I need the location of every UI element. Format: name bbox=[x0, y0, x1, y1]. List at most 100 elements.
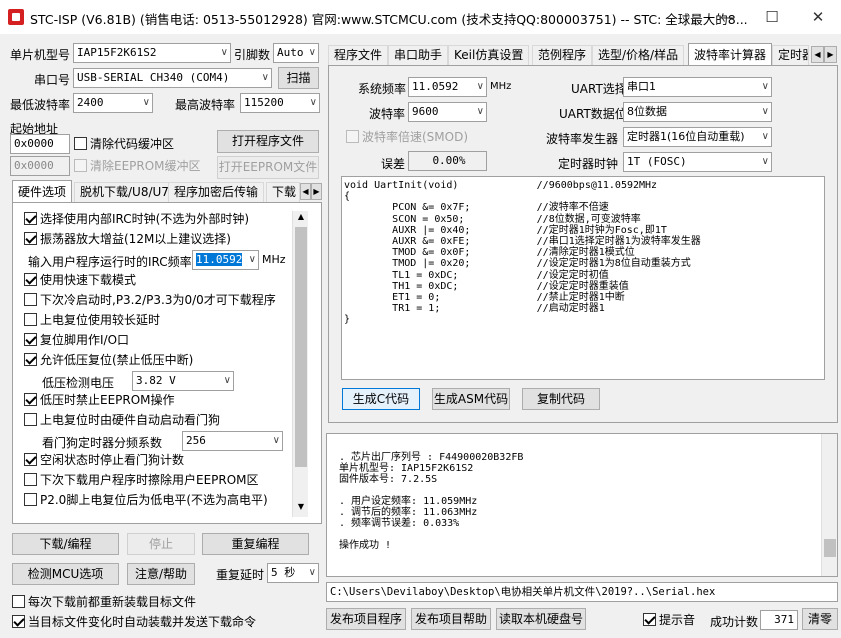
publish-project-button[interactable]: 发布项目程序 bbox=[326, 608, 406, 630]
open-eeprom-file-button[interactable]: 打开EEPROM文件 bbox=[217, 156, 319, 179]
tab-examples[interactable]: 范例程序 bbox=[532, 45, 593, 65]
scroll-down-icon[interactable]: ▼ bbox=[294, 501, 308, 515]
option-low-voltage-eeprom[interactable]: 低压时禁止EEPROM操作 bbox=[24, 391, 175, 409]
tab-offline-download[interactable]: 脱机下载/U8/U7 bbox=[74, 182, 175, 202]
tab-keil-sim[interactable]: Keil仿真设置 bbox=[448, 45, 530, 65]
success-count-label: 成功计数 bbox=[710, 615, 759, 629]
detect-mcu-button[interactable]: 检测MCU选项 bbox=[12, 563, 119, 585]
tab-scroll-left-icon[interactable]: ◀ bbox=[300, 183, 311, 200]
option-low-voltage-reset[interactable]: 允许低压复位(禁止低压中断) bbox=[24, 351, 193, 369]
options-scrollbar[interactable]: ▲ ▼ bbox=[292, 211, 308, 517]
timer-clock-label: 定时器时钟 bbox=[558, 157, 619, 171]
tab-encrypted-transfer[interactable]: 程序加密后传输 bbox=[168, 182, 265, 202]
tip-sound-checkbox[interactable]: 提示音 bbox=[643, 611, 695, 629]
stop-button[interactable]: 停止 bbox=[127, 533, 195, 555]
timer-clock-select[interactable]: 1T (FOSC) ∨ bbox=[623, 152, 772, 172]
uart-data-bits-label: UART数据位 bbox=[559, 107, 627, 121]
help-button[interactable]: 注意/帮助 bbox=[127, 563, 195, 585]
baud-select[interactable]: 9600 ∨ bbox=[408, 102, 487, 122]
auto-send-on-change-checkbox[interactable]: 当目标文件变化时自动装载并发送下载命令 bbox=[12, 613, 256, 631]
copy-code-button[interactable]: 复制代码 bbox=[522, 388, 600, 410]
chevron-down-icon: ∨ bbox=[223, 375, 231, 386]
repeat-program-button[interactable]: 重复编程 bbox=[202, 533, 309, 555]
chevron-down-icon: ∨ bbox=[248, 254, 256, 265]
sys-freq-select[interactable]: 11.0592 ∨ bbox=[408, 77, 487, 97]
option-idle-stop-wdt[interactable]: 空闲状态时停止看门狗计数 bbox=[24, 451, 184, 469]
max-baud-select[interactable]: 115200 ∨ bbox=[240, 93, 320, 113]
output-log-box[interactable]: . 芯片出厂序列号 : F44900020B32FB 单片机型号: IAP15F… bbox=[326, 433, 838, 577]
chevron-down-icon: ∨ bbox=[761, 131, 769, 142]
port-label: 串口号 bbox=[34, 73, 71, 87]
max-baud-label: 最高波特率 bbox=[175, 98, 236, 112]
clear-count-button[interactable]: 清零 bbox=[802, 608, 838, 630]
log-scrollbar[interactable] bbox=[821, 434, 837, 576]
mcu-type-select[interactable]: IAP15F2K61S2 ∨ bbox=[73, 43, 231, 63]
chevron-down-icon: ∨ bbox=[309, 97, 317, 108]
clear-code-buffer-checkbox[interactable]: 清除代码缓冲区 bbox=[74, 135, 174, 153]
left-tab-bar: 硬件选项 脱机下载/U8/U7 程序加密后传输 下载 ◀ ▶ bbox=[12, 180, 322, 202]
sys-freq-label: 系统频率 bbox=[358, 82, 407, 96]
close-button[interactable]: ✕ bbox=[795, 0, 841, 34]
tab-scroll-right-icon[interactable]: ▶ bbox=[824, 46, 837, 63]
uart-select[interactable]: 串口1 ∨ bbox=[623, 77, 772, 97]
option-auto-watchdog[interactable]: 上电复位时由硬件自动启动看门狗 bbox=[24, 411, 220, 429]
uart-data-bits-select[interactable]: 8位数据 ∨ bbox=[623, 102, 772, 122]
tab-download[interactable]: 下载 bbox=[266, 182, 300, 202]
baud-double-checkbox[interactable]: 波特率倍速(SMOD) bbox=[346, 128, 468, 146]
open-program-file-button[interactable]: 打开程序文件 bbox=[217, 130, 319, 153]
tab-selection-price[interactable]: 选型/价格/样品 bbox=[592, 45, 685, 65]
repeat-delay-select[interactable]: 5 秒 ∨ bbox=[267, 563, 319, 583]
option-long-reset-delay[interactable]: 上电复位使用较长延时 bbox=[24, 311, 160, 329]
download-program-button[interactable]: 下载/编程 bbox=[12, 533, 119, 555]
title-bar: STC-ISP (V6.81B) (销售电话: 0513-55012928) 官… bbox=[0, 0, 841, 34]
tab-serial-assistant[interactable]: 串口助手 bbox=[388, 45, 449, 65]
option-cold-boot-p32-p33[interactable]: 下次冷启动时,P3.2/P3.3为0/0才可下载程序 bbox=[24, 291, 276, 309]
low-voltage-select[interactable]: 3.82 V ∨ bbox=[132, 371, 234, 391]
code-addr-input[interactable]: 0x0000 bbox=[10, 134, 70, 154]
success-count-value: 371 bbox=[760, 610, 798, 630]
option-reset-pin-io[interactable]: 复位脚用作I/O口 bbox=[24, 331, 129, 349]
baud-generator-label: 波特率发生器 bbox=[546, 132, 619, 146]
maximize-button[interactable]: ☐ bbox=[749, 0, 795, 34]
generate-asm-code-button[interactable]: 生成ASM代码 bbox=[432, 388, 510, 410]
tab-scroll-right-icon[interactable]: ▶ bbox=[311, 183, 322, 200]
minimize-button[interactable]: — bbox=[703, 0, 749, 34]
clear-eeprom-buffer-checkbox[interactable]: 清除EEPROM缓冲区 bbox=[74, 157, 201, 175]
publish-help-button[interactable]: 发布项目帮助 bbox=[411, 608, 491, 630]
tab-hardware-options[interactable]: 硬件选项 bbox=[12, 180, 73, 202]
generate-c-code-button[interactable]: 生成C代码 bbox=[342, 388, 420, 410]
scan-button[interactable]: 扫描 bbox=[278, 67, 319, 89]
log-scroll-thumb[interactable] bbox=[824, 539, 836, 557]
eeprom-addr-input[interactable]: 0x0000 bbox=[10, 156, 70, 176]
tab-scroll-left-icon[interactable]: ◀ bbox=[811, 46, 824, 63]
port-select[interactable]: USB-SERIAL CH340 (COM4) ∨ bbox=[73, 68, 272, 88]
option-erase-eeprom[interactable]: 下次下载用户程序时擦除用户EEPROM区 bbox=[24, 471, 259, 489]
chevron-down-icon: ∨ bbox=[761, 81, 769, 92]
scroll-thumb[interactable] bbox=[295, 227, 307, 467]
scroll-up-icon[interactable]: ▲ bbox=[294, 211, 308, 225]
reload-before-download-checkbox[interactable]: 每次下载前都重新装载目标文件 bbox=[12, 593, 196, 611]
chevron-down-icon: ∨ bbox=[142, 97, 150, 108]
error-label: 误差 bbox=[381, 157, 406, 171]
baud-label: 波特率 bbox=[369, 107, 406, 121]
read-disk-id-button[interactable]: 读取本机硬盘号 bbox=[496, 608, 586, 630]
tab-baud-calculator[interactable]: 波特率计算器 bbox=[688, 43, 773, 65]
repeat-delay-label: 重复延时 bbox=[216, 568, 265, 582]
baud-generator-select[interactable]: 定时器1(16位自动重载) ∨ bbox=[623, 127, 772, 147]
tab-timer[interactable]: 定时器 bbox=[772, 45, 809, 65]
error-value: 0.00% bbox=[408, 151, 487, 171]
option-p20-low[interactable]: P2.0脚上电复位后为低电平(不选为高电平) bbox=[24, 491, 268, 509]
chevron-down-icon: ∨ bbox=[220, 47, 228, 58]
min-baud-select[interactable]: 2400 ∨ bbox=[73, 93, 153, 113]
option-fast-download[interactable]: 使用快速下载模式 bbox=[24, 271, 136, 289]
chevron-down-icon: ∨ bbox=[476, 106, 484, 117]
wdt-prescaler-select[interactable]: 256 ∨ bbox=[182, 431, 283, 451]
pin-count-select[interactable]: Auto ∨ bbox=[273, 43, 319, 63]
generated-code-box[interactable]: void UartInit(void) //9600bps@11.0592MHz… bbox=[341, 176, 825, 380]
chevron-down-icon: ∨ bbox=[261, 72, 269, 83]
file-path-field[interactable]: C:\Users\Devilaboy\Desktop\电协相关单片机文件\201… bbox=[326, 582, 838, 602]
option-internal-irc[interactable]: 选择使用内部IRC时钟(不选为外部时钟) bbox=[24, 210, 249, 228]
tab-program-file[interactable]: 程序文件 bbox=[328, 45, 389, 65]
irc-freq-select[interactable]: 11.0592 ∨ bbox=[192, 250, 259, 270]
option-osc-gain[interactable]: 振荡器放大增益(12M以上建议选择) bbox=[24, 230, 231, 248]
